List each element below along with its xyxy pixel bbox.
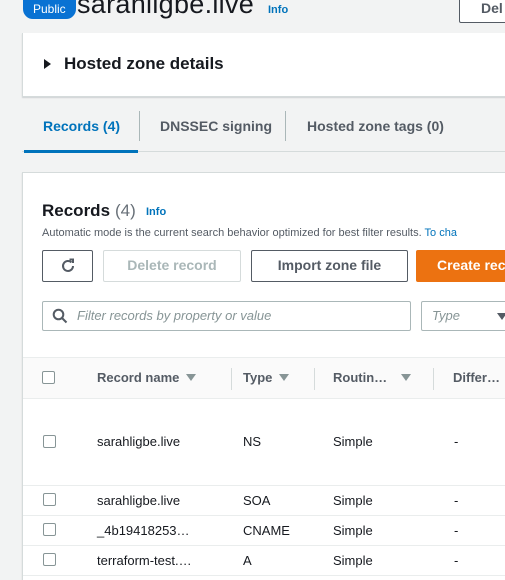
column-label: Type	[243, 370, 273, 385]
record-name-cell: sarahligbe.live	[97, 434, 181, 449]
records-panel: Records (4) Info Automatic mode is the c…	[22, 172, 505, 580]
record-type-cell: A	[243, 553, 252, 568]
records-description-link[interactable]: To cha	[425, 227, 457, 239]
record-name-cell: terraform-test.…	[97, 553, 192, 568]
tab-dnssec-signing[interactable]: DNSSEC signing	[160, 104, 272, 152]
differ-cell: -	[454, 523, 459, 538]
column-label: Routin…	[333, 370, 388, 385]
records-description: Automatic mode is the current search beh…	[42, 227, 457, 239]
page-title: sarahligbe.live	[77, 0, 255, 19]
refresh-icon	[61, 258, 74, 272]
routing-cell: Simple	[333, 553, 373, 568]
type-filter-placeholder: Type	[432, 308, 460, 323]
differ-cell: -	[454, 553, 459, 568]
tab-divider	[139, 111, 140, 141]
column-divider	[314, 368, 315, 390]
refresh-button[interactable]	[42, 250, 93, 282]
hosted-zone-details-expander[interactable]: Hosted zone details	[22, 33, 505, 97]
records-table-header: Record name Type Routin… Differ…	[23, 357, 505, 399]
active-tab-indicator	[24, 150, 138, 153]
column-header-differ[interactable]: Differ…	[453, 370, 500, 385]
type-filter-select[interactable]: Type	[421, 301, 505, 331]
create-record-button[interactable]: Create rec	[416, 250, 505, 282]
routing-cell: Simple	[333, 434, 373, 449]
column-label: Record name	[97, 370, 180, 385]
table-row[interactable]: sarahligbe.live NS Simple -	[23, 399, 505, 486]
tab-hosted-zone-tags[interactable]: Hosted zone tags (0)	[307, 104, 444, 152]
record-type-cell: CNAME	[243, 523, 290, 538]
column-divider	[433, 368, 434, 390]
route53-hosted-zone-page: Public sarahligbe.live Info Del Hosted z…	[0, 0, 505, 580]
sort-caret-icon	[186, 374, 197, 381]
records-description-text: Automatic mode is the current search beh…	[42, 227, 422, 239]
zone-header: Public sarahligbe.live Info Del	[0, 0, 505, 34]
record-name-cell: sarahligbe.live	[97, 493, 181, 508]
caret-down-icon	[497, 313, 505, 320]
tab-divider	[285, 111, 286, 141]
table-row[interactable]: terraform-test.… A Simple -	[23, 546, 505, 576]
records-count: (4)	[115, 201, 136, 220]
table-row[interactable]: sarahligbe.live SOA Simple -	[23, 486, 505, 516]
column-divider	[231, 368, 232, 390]
column-header-type[interactable]: Type	[243, 370, 290, 385]
records-search-input[interactable]: Filter records by property or value	[42, 301, 411, 331]
records-heading: Records	[42, 201, 111, 220]
differ-cell: -	[454, 434, 459, 449]
tab-records[interactable]: Records (4)	[43, 104, 120, 152]
table-row[interactable]: _4b19418253… CNAME Simple -	[23, 516, 505, 546]
column-header-routing[interactable]: Routin…	[333, 370, 412, 385]
row-checkbox[interactable]	[43, 553, 56, 566]
sort-caret-icon	[401, 374, 412, 381]
record-name-cell: _4b19418253…	[97, 523, 190, 538]
delete-record-button[interactable]: Delete record	[103, 250, 241, 282]
select-all-checkbox[interactable]	[42, 371, 55, 384]
sort-caret-icon	[279, 374, 290, 381]
import-zone-file-button[interactable]: Import zone file	[251, 250, 408, 282]
header-info-link[interactable]: Info	[268, 4, 288, 16]
row-checkbox[interactable]	[43, 523, 56, 536]
row-checkbox[interactable]	[43, 435, 56, 448]
record-type-cell: SOA	[243, 493, 271, 508]
caret-right-icon	[44, 59, 51, 69]
delete-zone-button[interactable]: Del	[459, 0, 505, 23]
record-type-cell: NS	[243, 434, 262, 449]
row-checkbox[interactable]	[43, 493, 56, 506]
differ-cell: -	[454, 493, 459, 508]
hosted-zone-details-label: Hosted zone details	[64, 54, 224, 73]
column-header-record-name[interactable]: Record name	[97, 370, 197, 385]
records-info-link[interactable]: Info	[146, 206, 166, 218]
search-icon	[52, 308, 68, 324]
search-placeholder: Filter records by property or value	[77, 308, 272, 323]
routing-cell: Simple	[333, 493, 373, 508]
public-badge: Public	[23, 0, 76, 19]
routing-cell: Simple	[333, 523, 373, 538]
